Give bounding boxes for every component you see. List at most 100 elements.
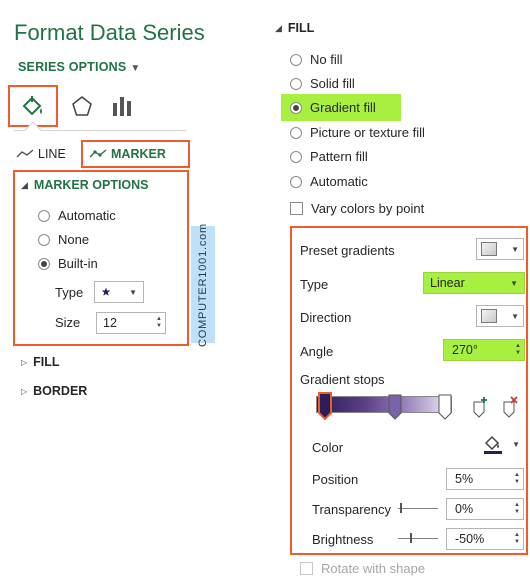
checkbox[interactable] [290,202,303,215]
radio-button[interactable] [290,126,302,139]
fill-radio-pattern-fill[interactable]: Pattern fill [290,149,368,164]
gradient-swatch-icon [481,242,497,256]
angle-label: Angle [300,344,334,359]
spinner-arrows-icon[interactable]: ▲ ▼ [514,532,523,546]
transparency-value: 0% [455,502,474,516]
vary-colors-label: Vary colors by point [311,201,425,216]
direction-swatch-icon [481,309,497,323]
marker-radio-automatic[interactable]: Automatic [38,208,116,223]
radio-label: No fill [310,52,343,67]
fill-section-header[interactable]: ◢ FILL [275,21,314,35]
slider-thumb[interactable] [410,533,412,543]
gradient-type-dropdown[interactable]: Linear ▼ [423,272,525,294]
dropdown-arrow-icon: ▼ [129,287,137,297]
marker-radio-none[interactable]: None [38,232,89,247]
marker-options-header[interactable]: ◢ MARKER OPTIONS [21,178,149,192]
direction-label: Direction [300,310,352,325]
position-value: 5% [455,472,474,486]
tab-line[interactable]: LINE [16,147,66,161]
section-border-collapsed[interactable]: ▷ BORDER [21,384,87,398]
radio-label: Picture or texture fill [310,125,425,140]
spinner-arrows-icon[interactable]: ▲ ▼ [515,343,524,357]
radio-label: Automatic [58,208,116,223]
gradient-type-value: Linear [430,276,465,290]
marker-type-dropdown[interactable]: ▼ [94,281,144,303]
position-spinner[interactable]: 5% ▲ ▼ [446,468,524,490]
marker-radio-built-in[interactable]: Built-in [38,256,98,271]
fill-radio-automatic[interactable]: Automatic [290,174,368,189]
radio-button[interactable] [290,150,302,163]
marker-options-label: MARKER OPTIONS [33,178,149,192]
dropdown-arrow-icon: ▼ [511,244,519,254]
marker-size-value: 12 [103,316,117,330]
radio-label: Automatic [310,174,368,189]
tab-marker[interactable]: MARKER [81,140,190,168]
remove-stop-icon [503,396,518,418]
preset-gradients-dropdown[interactable]: ▼ [476,238,524,260]
radio-button[interactable] [290,175,302,188]
panel-title: Format Data Series [14,20,205,45]
spinner-arrows-icon[interactable]: ▲ ▼ [156,316,165,330]
add-stop-icon [473,397,487,418]
radio-button[interactable] [290,77,302,90]
series-options-dropdown[interactable]: SERIES OPTIONS ▼ [18,60,141,74]
angle-value: 270° [452,343,478,357]
tab-marker-label: MARKER [111,147,166,161]
transparency-spinner[interactable]: 0% ▲ ▼ [446,498,524,520]
gradient-stops-bar[interactable] [316,392,452,422]
watermark-text: COMPUTER1001.com [197,222,209,347]
collapse-triangle-icon: ◢ [21,179,28,190]
add-gradient-stop-button[interactable] [470,396,490,418]
series-options-tab[interactable] [102,88,142,124]
radio-button[interactable] [290,53,302,66]
dropdown-arrow-icon: ▼ [511,311,519,321]
brightness-spinner[interactable]: -50% ▲ ▼ [446,528,524,550]
gradient-type-label: Type [300,277,329,292]
dropdown-arrow-icon: ▼ [512,439,520,449]
fill-radio-no-fill[interactable]: No fill [290,52,343,67]
radio-button-selected[interactable] [38,257,50,270]
gradient-stop-handle[interactable] [388,394,402,420]
radio-label: Gradient fill [310,100,376,115]
preset-gradients-label: Preset gradients [300,243,395,258]
position-label: Position [312,472,359,487]
radio-label: Pattern fill [310,149,368,164]
checkbox[interactable] [300,562,313,575]
rotate-with-shape-checkbox[interactable]: Rotate with shape [300,561,425,576]
angle-spinner[interactable]: 270° ▲ ▼ [443,339,525,361]
marker-size-label: Size [55,315,81,330]
section-fill-collapsed[interactable]: ▷ FILL [21,355,60,369]
brightness-value: -50% [455,532,485,546]
expand-triangle-icon: ▷ [21,357,28,367]
fill-radio-picture-texture[interactable]: Picture or texture fill [290,125,425,140]
bar-chart-icon [113,97,131,116]
marker-line-icon [89,149,107,158]
radio-button-selected[interactable] [290,101,302,114]
spinner-arrows-icon[interactable]: ▲ ▼ [514,472,523,486]
gradient-stop-handle-selected[interactable] [318,392,332,420]
color-picker-button[interactable]: ▼ [480,432,522,456]
section-border-label: BORDER [33,384,88,398]
color-label: Color [312,440,344,455]
radio-button[interactable] [38,209,50,222]
tab-line-label: LINE [38,147,66,161]
brightness-slider[interactable] [398,530,438,546]
gradient-preview [316,396,452,413]
spinner-arrows-icon[interactable]: ▲ ▼ [514,502,523,516]
marker-size-spinner[interactable]: 12 ▲ ▼ [96,312,166,334]
gradient-stop-handle[interactable] [438,394,452,420]
slider-thumb[interactable] [400,503,402,513]
transparency-slider[interactable] [398,500,438,516]
line-icon [16,149,34,158]
caret-down-icon: ▼ [130,63,141,74]
fill-radio-gradient-fill[interactable]: Gradient fill [290,100,376,115]
radio-button[interactable] [38,233,50,246]
marker-shape-icon [101,287,111,296]
direction-dropdown[interactable]: ▼ [476,305,524,327]
radio-label: Built-in [58,256,98,271]
effects-tab[interactable] [62,88,102,124]
vary-colors-checkbox[interactable]: Vary colors by point [290,201,424,216]
pentagon-icon [72,96,92,116]
remove-gradient-stop-button[interactable] [500,396,520,418]
fill-radio-solid-fill[interactable]: Solid fill [290,76,355,91]
